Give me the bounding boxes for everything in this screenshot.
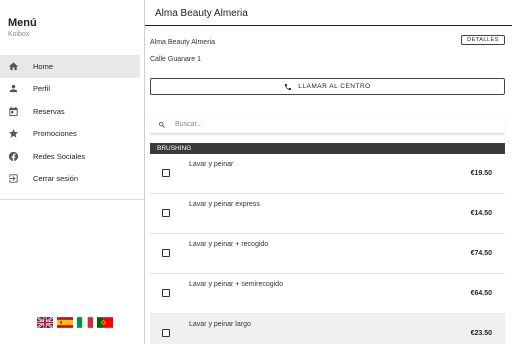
service-name: Lavar y peinar + recogido bbox=[189, 241, 269, 248]
service-row[interactable]: Lavar y peinar + recogido €74.50 bbox=[150, 234, 505, 274]
search-input[interactable] bbox=[175, 121, 475, 128]
search-bar bbox=[150, 116, 505, 134]
person-icon bbox=[8, 83, 19, 94]
sidebar-item-promociones[interactable]: Promociones bbox=[0, 123, 140, 146]
service-price: €23.50 bbox=[470, 330, 492, 337]
service-price: €14.50 bbox=[470, 210, 492, 217]
service-row[interactable]: Lavar y peinar + semirecogido €64.50 bbox=[150, 274, 505, 314]
services-list: Lavar y peinar €19.50 Lavar y peinar exp… bbox=[150, 154, 505, 344]
service-checkbox[interactable] bbox=[162, 209, 170, 217]
service-checkbox[interactable] bbox=[162, 289, 170, 297]
uk-flag-icon[interactable] bbox=[37, 317, 53, 328]
sidebar-item-redes-sociales[interactable]: Redes Sociales bbox=[0, 145, 140, 168]
page-title: Alma Beauty Almeria bbox=[155, 8, 248, 19]
menu-subtitle: Koibox bbox=[8, 31, 30, 38]
sidebar-item-reservas[interactable]: Reservas bbox=[0, 100, 140, 123]
service-price: €74.50 bbox=[470, 250, 492, 257]
service-name: Lavar y peinar bbox=[189, 161, 234, 168]
service-checkbox[interactable] bbox=[162, 249, 170, 257]
sidebar-item-cerrar-sesion[interactable]: Cerrar sesión bbox=[0, 168, 140, 191]
service-name: Lavar y peinar largo bbox=[189, 321, 251, 328]
calendar-icon bbox=[8, 106, 19, 117]
business-address: Calle Guanare 1 bbox=[150, 56, 201, 63]
main-content: Alma Beauty Almeria Calle Guanare 1 DETA… bbox=[145, 27, 512, 344]
menu-title: Menú bbox=[8, 17, 37, 29]
search-icon bbox=[159, 121, 165, 128]
sidebar-item-perfil[interactable]: Perfil bbox=[0, 78, 140, 101]
call-center-label: LLAMAR AL CENTRO bbox=[298, 83, 371, 90]
category-header: BRUSHING bbox=[150, 143, 505, 154]
language-selector bbox=[37, 317, 113, 328]
home-icon bbox=[8, 61, 19, 72]
sidebar-item-home[interactable]: Home bbox=[0, 55, 140, 78]
call-center-button[interactable]: LLAMAR AL CENTRO bbox=[150, 78, 505, 95]
sidebar-item-label: Perfil bbox=[33, 84, 51, 94]
sidebar-item-label: Reservas bbox=[33, 106, 65, 116]
service-price: €64.50 bbox=[470, 290, 492, 297]
sidebar-nav: Home Perfil Reservas Promociones Redes S… bbox=[0, 55, 140, 190]
sidebar: Menú Koibox Home Perfil Reservas Promoci… bbox=[0, 0, 145, 344]
sidebar-divider bbox=[0, 199, 144, 200]
phone-icon bbox=[285, 83, 292, 90]
header-bar: Alma Beauty Almeria bbox=[145, 0, 512, 26]
sidebar-item-label: Cerrar sesión bbox=[33, 174, 79, 184]
logout-icon bbox=[8, 173, 19, 184]
service-checkbox[interactable] bbox=[162, 329, 170, 337]
service-name: Lavar y peinar + semirecogido bbox=[189, 281, 283, 288]
details-button[interactable]: DETALLES bbox=[461, 35, 505, 45]
star-icon bbox=[8, 128, 19, 139]
service-price: €19.50 bbox=[470, 170, 492, 177]
sidebar-item-label: Home bbox=[33, 61, 54, 71]
spain-flag-icon[interactable] bbox=[57, 317, 73, 328]
service-row[interactable]: Lavar y peinar €19.50 bbox=[150, 154, 505, 194]
facebook-icon bbox=[8, 151, 19, 162]
portugal-flag-icon[interactable] bbox=[97, 317, 113, 328]
service-row[interactable]: Lavar y peinar express €14.50 bbox=[150, 194, 505, 234]
italy-flag-icon[interactable] bbox=[77, 317, 93, 328]
service-name: Lavar y peinar express bbox=[189, 201, 260, 208]
service-row[interactable]: Lavar y peinar largo €23.50 bbox=[150, 314, 505, 344]
business-name: Alma Beauty Almeria bbox=[150, 39, 215, 46]
sidebar-item-label: Promociones bbox=[33, 129, 77, 139]
service-checkbox[interactable] bbox=[162, 169, 170, 177]
sidebar-item-label: Redes Sociales bbox=[33, 151, 86, 161]
